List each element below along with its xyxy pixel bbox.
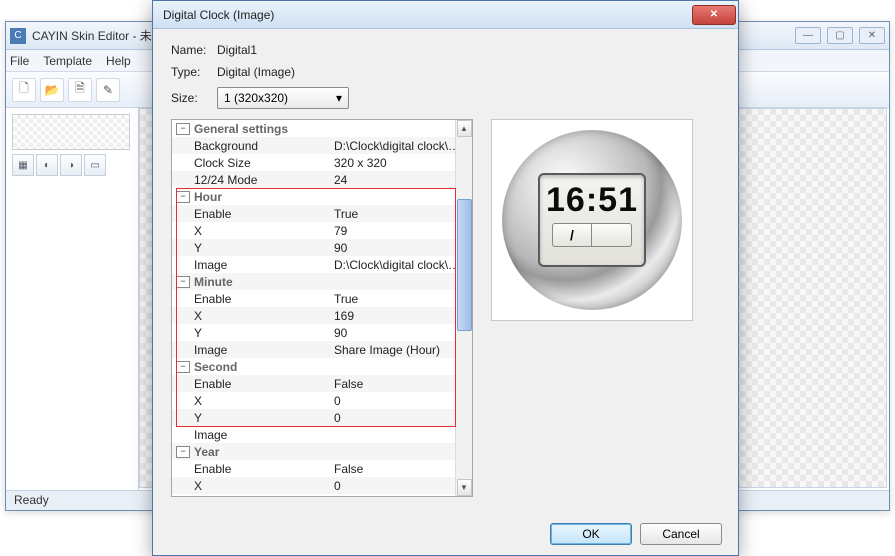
prop-clocksize-key[interactable]: Clock Size	[194, 156, 334, 170]
scroll-up-icon[interactable]: ▲	[457, 120, 472, 137]
clock-preview: 16:51 /	[491, 119, 693, 321]
prop-mode-key[interactable]: 12/24 Mode	[194, 173, 334, 187]
prop-second-enable-val[interactable]: False	[334, 377, 472, 391]
panel-btn-3[interactable]: ◑	[60, 154, 82, 176]
prop-hour-y-val[interactable]: 90	[334, 241, 472, 255]
group-hour[interactable]: Hour	[194, 190, 334, 204]
prop-minute-image-val[interactable]: Share Image (Hour)	[334, 343, 472, 357]
prop-hour-image-key[interactable]: Image	[194, 258, 334, 272]
properties-panel: −General settings BackgroundD:\Clock\dig…	[171, 119, 473, 497]
close-button[interactable]: ✕	[859, 27, 885, 44]
dialog-close-button[interactable]: ✕	[692, 5, 736, 25]
panel-btn-1[interactable]: ▦	[12, 154, 34, 176]
thumbnail[interactable]	[12, 114, 130, 150]
left-panel: ▦ ◐ ◑ ▭	[6, 108, 139, 490]
prop-minute-enable-key[interactable]: Enable	[194, 292, 334, 306]
prop-year-x-val[interactable]: 0	[334, 479, 472, 493]
edit-button[interactable]: ✎	[96, 78, 120, 102]
prop-year-y-val[interactable]: 0	[334, 496, 472, 498]
digital-clock-dialog: Digital Clock (Image) ✕ Name: Digital1 T…	[152, 0, 739, 556]
prop-second-x-key[interactable]: X	[194, 394, 334, 408]
ok-button[interactable]: OK	[550, 523, 632, 545]
collapse-icon[interactable]: −	[176, 191, 190, 203]
new-button[interactable]: 🗋	[12, 78, 36, 102]
scroll-thumb[interactable]	[457, 199, 472, 331]
menu-file[interactable]: File	[10, 54, 29, 68]
prop-minute-y-key[interactable]: Y	[194, 326, 334, 340]
prop-minute-x-key[interactable]: X	[194, 309, 334, 323]
panel-btn-4[interactable]: ▭	[84, 154, 106, 176]
scrollbar[interactable]: ▲ ▼	[455, 120, 472, 496]
app-icon: C	[10, 28, 26, 44]
prop-hour-x-key[interactable]: X	[194, 224, 334, 238]
size-label: Size:	[171, 91, 217, 105]
prop-hour-y-key[interactable]: Y	[194, 241, 334, 255]
collapse-icon[interactable]: −	[176, 361, 190, 373]
menu-help[interactable]: Help	[106, 54, 131, 68]
prop-minute-image-key[interactable]: Image	[194, 343, 334, 357]
prop-minute-enable-val[interactable]: True	[334, 292, 472, 306]
clock-sub-2	[592, 223, 632, 247]
type-label: Type:	[171, 65, 217, 79]
size-select-value: 1 (320x320)	[224, 91, 288, 105]
group-second[interactable]: Second	[194, 360, 334, 374]
clock-face: 16:51 /	[502, 130, 682, 310]
collapse-icon[interactable]: −	[176, 123, 190, 135]
prop-minute-x-val[interactable]: 169	[334, 309, 472, 323]
prop-clocksize-val[interactable]: 320 x 320	[334, 156, 472, 170]
group-general[interactable]: General settings	[194, 122, 334, 136]
dialog-titlebar[interactable]: Digital Clock (Image) ✕	[153, 1, 738, 29]
prop-hour-enable-val[interactable]: True	[334, 207, 472, 221]
prop-hour-image-val[interactable]: D:\Clock\digital clock\M...	[334, 258, 472, 272]
scroll-down-icon[interactable]: ▼	[457, 479, 472, 496]
group-year[interactable]: Year	[194, 445, 334, 459]
menu-template[interactable]: Template	[43, 54, 92, 68]
maximize-button[interactable]: ▢	[827, 27, 853, 44]
prop-year-enable-key[interactable]: Enable	[194, 462, 334, 476]
clock-screen: 16:51 /	[538, 173, 646, 267]
name-label: Name:	[171, 43, 217, 57]
prop-year-x-key[interactable]: X	[194, 479, 334, 493]
size-select[interactable]: 1 (320x320) ▾	[217, 87, 349, 109]
prop-second-x-val[interactable]: 0	[334, 394, 472, 408]
chevron-down-icon: ▾	[336, 91, 342, 105]
type-value: Digital (Image)	[217, 65, 295, 79]
cancel-button[interactable]: Cancel	[640, 523, 722, 545]
open-button[interactable]: 📂	[40, 78, 64, 102]
clock-sub-1: /	[552, 223, 592, 247]
prop-hour-x-val[interactable]: 79	[334, 224, 472, 238]
prop-mode-val[interactable]: 24	[334, 173, 472, 187]
name-value: Digital1	[217, 43, 257, 57]
prop-year-y-key[interactable]: Y	[194, 496, 334, 498]
dialog-title: Digital Clock (Image)	[163, 8, 692, 22]
prop-hour-enable-key[interactable]: Enable	[194, 207, 334, 221]
prop-background-key[interactable]: Background	[194, 139, 334, 153]
prop-second-y-key[interactable]: Y	[194, 411, 334, 425]
clock-time: 16:51	[546, 183, 638, 217]
minimize-button[interactable]: —	[795, 27, 821, 44]
prop-minute-y-val[interactable]: 90	[334, 326, 472, 340]
prop-second-image-key[interactable]: Image	[194, 428, 334, 442]
group-minute[interactable]: Minute	[194, 275, 334, 289]
panel-btn-2[interactable]: ◐	[36, 154, 58, 176]
collapse-icon[interactable]: −	[176, 276, 190, 288]
prop-second-y-val[interactable]: 0	[334, 411, 472, 425]
prop-background-val[interactable]: D:\Clock\digital clock\M...	[334, 139, 472, 153]
prop-year-enable-val[interactable]: False	[334, 462, 472, 476]
collapse-icon[interactable]: −	[176, 446, 190, 458]
file-button[interactable]: 🗎	[68, 78, 92, 102]
prop-second-enable-key[interactable]: Enable	[194, 377, 334, 391]
